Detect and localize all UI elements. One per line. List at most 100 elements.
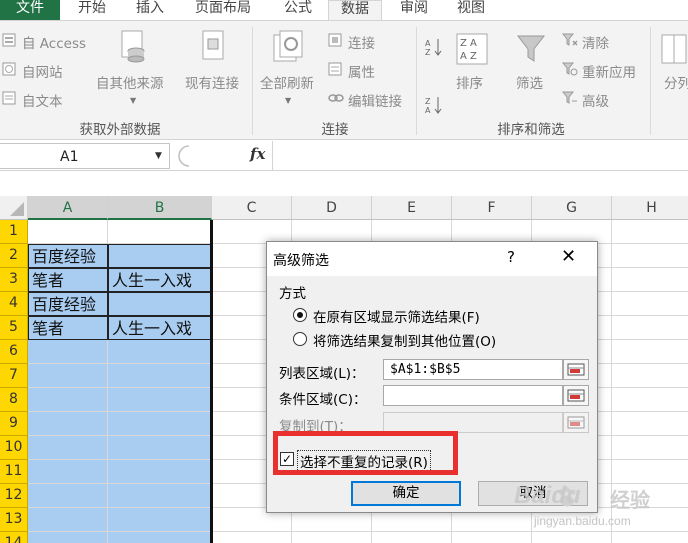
row-header-3[interactable]: 3	[0, 268, 28, 292]
cell-a7[interactable]	[28, 364, 108, 388]
cell-a10[interactable]	[28, 436, 108, 460]
cell-b2[interactable]	[108, 244, 212, 268]
cell-h4[interactable]	[612, 292, 688, 316]
criteria-range-collapse-button[interactable]	[563, 385, 589, 406]
row-header-9[interactable]: 9	[0, 412, 28, 436]
reapply-button[interactable]: 重新应用	[582, 61, 636, 81]
cell-a8[interactable]	[28, 388, 108, 412]
cell-d14[interactable]	[292, 532, 372, 543]
column-header-a[interactable]: A	[28, 196, 108, 220]
cell-a2[interactable]: 百度经验	[28, 244, 108, 268]
insert-function-icon[interactable]: fx	[250, 145, 265, 163]
row-header-8[interactable]: 8	[0, 388, 28, 412]
cell-h1[interactable]	[612, 220, 688, 244]
splitter-handle-icon[interactable]	[172, 145, 190, 167]
tab-view[interactable]: 视图	[444, 0, 498, 20]
radio-copy-to-location[interactable]	[293, 332, 307, 346]
from-access-button[interactable]: 自 Access	[22, 32, 86, 52]
cell-h8[interactable]	[612, 388, 688, 412]
help-button[interactable]: ?	[507, 248, 515, 266]
cell-b9[interactable]	[108, 412, 212, 436]
cell-a5[interactable]: 笔者	[28, 316, 108, 340]
row-header-4[interactable]: 4	[0, 292, 28, 316]
row-header-6[interactable]: 6	[0, 340, 28, 364]
row-header-2[interactable]: 2	[0, 244, 28, 268]
tab-review[interactable]: 审阅	[386, 0, 442, 20]
cell-b14[interactable]	[108, 532, 212, 543]
cell-b11[interactable]	[108, 460, 212, 484]
advanced-button[interactable]: 高级	[582, 90, 609, 110]
cell-a1[interactable]	[28, 220, 108, 244]
row-header-7[interactable]: 7	[0, 364, 28, 388]
row-header-13[interactable]: 13	[0, 508, 28, 532]
row-header-1[interactable]: 1	[0, 220, 28, 244]
row-header-14[interactable]: 14	[0, 532, 28, 543]
cell-b10[interactable]	[108, 436, 212, 460]
connections-button[interactable]: 连接	[348, 32, 375, 52]
row-header-10[interactable]: 10	[0, 436, 28, 460]
cell-a14[interactable]	[28, 532, 108, 543]
cell-b8[interactable]	[108, 388, 212, 412]
radio-filter-in-place-label[interactable]: 在原有区域显示筛选结果(F)	[313, 306, 480, 326]
cell-h10[interactable]	[612, 436, 688, 460]
column-header-e[interactable]: E	[372, 196, 452, 220]
from-web-button[interactable]: 自网站	[22, 61, 63, 81]
tab-home[interactable]: 开始	[64, 0, 120, 20]
edit-links-button[interactable]: 编辑链接	[348, 90, 402, 110]
refresh-all-button[interactable]: 全部刷新	[260, 72, 314, 92]
cell-a9[interactable]	[28, 412, 108, 436]
column-header-h[interactable]: H	[612, 196, 688, 220]
column-header-d[interactable]: D	[292, 196, 372, 220]
name-box[interactable]: A1 ▼	[0, 143, 170, 169]
cell-h7[interactable]	[612, 364, 688, 388]
cell-a12[interactable]	[28, 484, 108, 508]
cell-a13[interactable]	[28, 508, 108, 532]
cell-a4[interactable]: 百度经验	[28, 292, 108, 316]
text-to-columns-button[interactable]: 分列	[664, 72, 688, 92]
tab-formulas[interactable]: 公式	[270, 0, 326, 20]
cell-h6[interactable]	[612, 340, 688, 364]
cell-b3[interactable]: 人生一入戏	[108, 268, 212, 292]
row-header-12[interactable]: 12	[0, 484, 28, 508]
select-all-corner[interactable]	[0, 196, 28, 220]
cell-b13[interactable]	[108, 508, 212, 532]
cell-b6[interactable]	[108, 340, 212, 364]
list-range-input[interactable]: $A$1:$B$5	[383, 359, 563, 380]
cell-b12[interactable]	[108, 484, 212, 508]
sort-button[interactable]: 排序	[456, 72, 483, 92]
cell-h3[interactable]	[612, 268, 688, 292]
column-header-b[interactable]: B	[108, 196, 212, 220]
cell-h2[interactable]	[612, 244, 688, 268]
column-header-g[interactable]: G	[532, 196, 612, 220]
ok-button[interactable]: 确定	[351, 481, 461, 506]
clear-button[interactable]: 清除	[582, 32, 609, 52]
filter-button[interactable]: 筛选	[516, 72, 543, 92]
cell-h9[interactable]	[612, 412, 688, 436]
cell-b4[interactable]	[108, 292, 212, 316]
from-other-sources-button[interactable]: 自其他来源	[96, 72, 164, 92]
tab-file[interactable]: 文件	[0, 0, 60, 20]
cell-b1[interactable]	[108, 220, 212, 244]
cell-a11[interactable]	[28, 460, 108, 484]
radio-filter-in-place[interactable]	[293, 308, 307, 322]
cell-h5[interactable]	[612, 316, 688, 340]
close-button[interactable]: ✕	[561, 246, 576, 267]
column-header-f[interactable]: F	[452, 196, 532, 220]
tab-insert[interactable]: 插入	[122, 0, 178, 20]
cell-a6[interactable]	[28, 340, 108, 364]
column-header-c[interactable]: C	[212, 196, 292, 220]
row-header-5[interactable]: 5	[0, 316, 28, 340]
cell-e14[interactable]	[372, 532, 452, 543]
list-range-collapse-button[interactable]	[563, 359, 589, 380]
tab-data[interactable]: 数据	[328, 0, 382, 21]
properties-button[interactable]: 属性	[348, 61, 375, 81]
existing-connections-button[interactable]: 现有连接	[185, 72, 239, 92]
criteria-range-input[interactable]	[383, 385, 563, 406]
cell-c14[interactable]	[212, 532, 292, 543]
radio-copy-to-location-label[interactable]: 将筛选结果复制到其他位置(O)	[313, 330, 496, 350]
cell-a3[interactable]: 笔者	[28, 268, 108, 292]
cell-b5[interactable]: 人生一入戏	[108, 316, 212, 340]
chevron-down-icon[interactable]: ▼	[155, 151, 162, 161]
cell-b7[interactable]	[108, 364, 212, 388]
from-text-button[interactable]: 自文本	[22, 90, 63, 110]
